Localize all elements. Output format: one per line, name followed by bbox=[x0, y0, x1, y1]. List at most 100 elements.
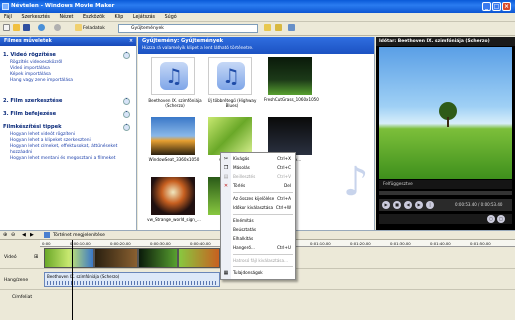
open-project-button[interactable] bbox=[13, 24, 21, 34]
menu-item-fade-in[interactable]: Beúsztatás bbox=[221, 226, 295, 234]
clip-tile[interactable]: ♫ Beethoven IX. szimfóniája (Scherzo) bbox=[148, 57, 202, 108]
storyboard-icon bbox=[44, 232, 50, 238]
collection-subtitle: Húzza rá valamelyik klipet a lent láthat… bbox=[142, 46, 254, 51]
menu-item-label: Beillesztés bbox=[233, 174, 256, 179]
menu-item-volume[interactable]: Hangerő... Ctrl+U bbox=[221, 244, 295, 252]
chevron-down-icon[interactable]: ˅ bbox=[123, 98, 130, 105]
menu-item-copy[interactable]: ❐ Másolás Ctrl+C bbox=[221, 164, 295, 172]
minimize-button[interactable]: _ bbox=[482, 2, 491, 11]
toolbar: Feladatok Gyűjtemények bbox=[0, 22, 515, 36]
next-frame-button[interactable]: ▶ bbox=[415, 201, 423, 209]
new-collection-button[interactable] bbox=[275, 24, 283, 34]
seek-bar[interactable] bbox=[379, 191, 512, 195]
previous-frame-button[interactable]: ◀ bbox=[404, 201, 412, 209]
clip-tile[interactable]: WindowSeat_3360x1050 bbox=[149, 117, 199, 162]
tip-link[interactable]: Hogyan lehet címeket, effektusokat, áttű… bbox=[0, 144, 136, 156]
preview-image bbox=[379, 47, 512, 179]
save-project-button[interactable] bbox=[23, 24, 31, 34]
playhead[interactable] bbox=[72, 240, 73, 320]
menu-separator bbox=[233, 254, 293, 255]
section-edit-title[interactable]: 2. Film szerkesztése ˅ bbox=[0, 97, 136, 106]
play-button[interactable]: ▶ bbox=[382, 201, 390, 209]
section-tips-title[interactable]: Filmkészítési tippek ˄ bbox=[0, 123, 136, 132]
up-folder-button[interactable] bbox=[264, 24, 272, 34]
folder-icon bbox=[13, 24, 20, 31]
section-finish-title[interactable]: 3. Film befejezése ˅ bbox=[0, 110, 136, 119]
clip-tile[interactable]: ...3360x... bbox=[268, 117, 312, 162]
section-capture-title[interactable]: 1. Videó rögzítése ˄ bbox=[0, 51, 136, 60]
menu-item-paste[interactable]: ▤ Beillesztés Ctrl+V bbox=[221, 173, 295, 181]
clip-tile[interactable]: FreshCutGrass_1060x1050 bbox=[264, 57, 319, 102]
menu-clip[interactable]: Klip bbox=[110, 13, 127, 22]
menu-item-select-all[interactable]: Az összes kijelölése Ctrl+A bbox=[221, 195, 295, 203]
video-clip[interactable] bbox=[138, 248, 178, 268]
clip-label: Új többrétegű (Highway Blues) bbox=[207, 98, 257, 108]
menu-tools[interactable]: Eszközök bbox=[79, 13, 109, 22]
menu-item-select-time[interactable]: Időkor kiválasztása Ctrl+W bbox=[221, 204, 295, 212]
audio-clip[interactable]: Beethoven IX. szimfóniája (Scherzo) bbox=[44, 272, 220, 287]
collections-value: Gyűjtemények bbox=[131, 26, 164, 31]
maximize-button[interactable]: □ bbox=[492, 2, 501, 11]
menu-item-shortcut: Ctrl+W bbox=[275, 205, 291, 210]
menu-item-properties[interactable]: ▦ Tulajdonságok bbox=[221, 269, 295, 277]
chevron-up-icon[interactable]: ˄ bbox=[123, 52, 130, 59]
tip-link[interactable]: Hogyan lehet mentani és megosztani a fil… bbox=[0, 156, 136, 162]
close-button[interactable]: × bbox=[502, 2, 511, 11]
expand-track-icon[interactable]: ⊞ bbox=[34, 254, 38, 260]
clip-tile[interactable]: vw_Green... bbox=[208, 117, 252, 162]
menu-item-cut[interactable]: ✂ Kivágás Ctrl+X bbox=[221, 155, 295, 163]
chevron-up-icon[interactable]: ˄ bbox=[123, 124, 130, 131]
fullscreen-button[interactable]: □ bbox=[497, 215, 505, 223]
new-folder-icon bbox=[275, 24, 282, 31]
section-edit-label: 2. Film szerkesztése bbox=[3, 98, 63, 104]
preview-status: Felfüggesztve bbox=[379, 180, 512, 189]
menu-play[interactable]: Lejátszás bbox=[129, 13, 159, 22]
tasks-button-label: Feladatok bbox=[83, 26, 105, 31]
collections-dropdown[interactable]: Gyűjtemények bbox=[118, 24, 258, 33]
section-tips: Filmkészítési tippek ˄ Hogyan lehet videó… bbox=[0, 123, 136, 162]
menu-separator bbox=[233, 214, 293, 215]
menu-help[interactable]: Súgó bbox=[161, 13, 181, 22]
section-finish-label: 3. Film befejezése bbox=[3, 111, 57, 117]
clip-label: vw_Strange_world_sign_... bbox=[147, 217, 201, 222]
save-icon bbox=[23, 24, 30, 31]
chevron-down-icon[interactable]: ˅ bbox=[123, 111, 130, 118]
video-clip[interactable] bbox=[178, 248, 220, 268]
menu-file[interactable]: Fájl bbox=[0, 13, 16, 22]
task-link[interactable]: Hang vagy zene importálása bbox=[0, 78, 136, 84]
video-clip[interactable] bbox=[44, 248, 94, 268]
ruler-tick: 0:01:30.00 bbox=[390, 241, 411, 246]
zoom-in-icon[interactable]: ⊕ bbox=[3, 232, 7, 238]
video-clip[interactable]: vw_Tradition... bbox=[94, 248, 168, 268]
views-button[interactable] bbox=[288, 24, 296, 34]
snapshot-button[interactable]: ◻ bbox=[487, 215, 495, 223]
close-pane-icon[interactable]: × bbox=[129, 37, 133, 46]
menu-edit[interactable]: Szerkesztés bbox=[18, 13, 54, 22]
new-project-button[interactable] bbox=[3, 24, 11, 34]
zoom-out-icon[interactable]: ⊖ bbox=[11, 232, 15, 238]
section-capture: 1. Videó rögzítése ˄ Rögzítés videoeszköz… bbox=[0, 51, 136, 84]
menu-view[interactable]: Nézet bbox=[56, 13, 78, 22]
video-track-label: Videó bbox=[4, 255, 17, 260]
menu-item-mute[interactable]: Elnémítás bbox=[221, 217, 295, 225]
clip-tile[interactable]: ♫ Új többrétegű (Highway Blues) bbox=[208, 57, 256, 108]
undo-button[interactable] bbox=[38, 24, 46, 34]
split-button[interactable]: | bbox=[426, 201, 434, 209]
stop-button[interactable]: ■ bbox=[393, 201, 401, 209]
preview-monitor: Időtar: Beethoven IX. szimfóniája (Scher… bbox=[376, 37, 515, 230]
play-timeline-icon[interactable]: ▶ bbox=[30, 232, 34, 238]
redo-button[interactable] bbox=[54, 24, 62, 34]
menu-item-browse[interactable]: Hatrosó fájl kiválasztása... bbox=[221, 257, 295, 265]
clip-label: WindowSeat_3360x1050 bbox=[148, 157, 200, 162]
ruler-tick: 0:00 bbox=[42, 241, 51, 246]
menu-item-fade-out[interactable]: Elhalkítás bbox=[221, 235, 295, 243]
copy-icon: ❐ bbox=[223, 165, 229, 171]
audio-track-label: Hang/zene bbox=[4, 278, 29, 283]
tasks-button[interactable]: Feladatok bbox=[75, 24, 105, 34]
up-folder-icon bbox=[264, 24, 271, 31]
show-storyboard-button[interactable]: Történet megjelenítése bbox=[53, 232, 105, 239]
audio-clip-label: Beethoven IX. szimfóniája (Scherzo) bbox=[47, 274, 120, 279]
rewind-icon[interactable]: ◀ bbox=[22, 232, 26, 238]
menu-item-delete[interactable]: ✕ Törlés Del bbox=[221, 182, 295, 190]
clip-tile[interactable]: vw_Strange_world_sign_... bbox=[147, 177, 201, 222]
